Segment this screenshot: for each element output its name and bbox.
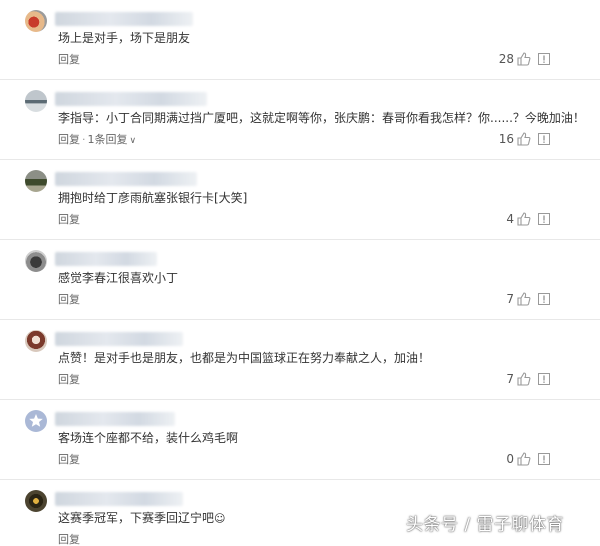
avatar[interactable] [25,90,47,112]
like-count: 28 [498,52,514,66]
comment-item: 场上是对手，场下是朋友 回复 28 [0,0,600,80]
avatar[interactable] [25,250,47,272]
avatar[interactable] [25,10,47,32]
comment-actions: 回复 [58,293,80,306]
comment-text: 这赛季冠军，下赛季回辽宁吧☺ [58,511,225,526]
comment-item: 点赞！是对手也是朋友，也都是为中国篮球正在努力奉献之人，加油！ 回复 7 [0,320,600,400]
default-avatar-star-icon [29,414,43,427]
comment-actions: 回复 [58,453,80,466]
comment-text: 李指导：小丁合同期满过挡广厦吧，这就定啊等你，张庆鹏：春哥你看我怎样？你....… [58,111,585,125]
report-icon[interactable] [538,453,550,465]
comment-text: 感觉李春江很喜欢小丁 [58,271,179,285]
smile-emoji-icon: ☺ [214,512,226,525]
comment-actions: 回复 [58,533,80,546]
comment-text-content: 这赛季冠军，下赛季回辽宁吧 [58,511,215,525]
thumbs-up-icon[interactable] [517,52,531,66]
avatar[interactable] [25,170,47,192]
username-blurred[interactable] [55,12,193,26]
thumbs-up-icon[interactable] [517,212,531,226]
avatar[interactable] [25,490,47,512]
watermark: 头条号 / 雷子聊体育 [406,515,565,535]
reply-button[interactable]: 回复 [58,213,80,226]
comment-actions: 回复 [58,213,80,226]
username-blurred[interactable] [55,252,157,266]
report-icon[interactable] [538,373,550,385]
comment-text: 拥抱时给丁彦雨航塞张银行卡[大笑] [58,191,248,205]
reply-button[interactable]: 回复 [58,453,80,466]
comment-text: 客场连个座都不给，装什么鸡毛啊 [58,431,239,445]
username-blurred[interactable] [55,172,197,186]
reply-button[interactable]: 回复 [58,533,80,546]
username-blurred[interactable] [55,332,183,346]
username-blurred[interactable] [55,92,207,106]
report-icon[interactable] [538,53,550,65]
like-count: 7 [506,292,514,306]
username-blurred[interactable] [55,412,175,426]
username-blurred[interactable] [55,492,183,506]
comment-actions: 回复 [58,373,80,386]
thumbs-up-icon[interactable] [517,132,531,146]
chevron-down-icon[interactable]: ∨ [130,136,137,146]
comment-item: 李指导：小丁合同期满过挡广厦吧，这就定啊等你，张庆鹏：春哥你看我怎样？你....… [0,80,600,160]
separator: · [82,133,86,146]
reply-button[interactable]: 回复 [58,373,80,386]
avatar[interactable] [25,330,47,352]
comment-actions: 回复 [58,53,80,66]
like-count: 0 [506,452,514,466]
view-replies-link[interactable]: 1条回复 [88,133,128,146]
like-count: 4 [506,212,514,226]
comment-item: 感觉李春江很喜欢小丁 回复 7 [0,240,600,320]
comment-item: 拥抱时给丁彦雨航塞张银行卡[大笑] 回复 4 [0,160,600,240]
reply-button[interactable]: 回复 [58,53,80,66]
thumbs-up-icon[interactable] [517,372,531,386]
comment-item: 客场连个座都不给，装什么鸡毛啊 回复 0 [0,400,600,480]
report-icon[interactable] [538,293,550,305]
comment-text: 场上是对手，场下是朋友 [58,31,191,45]
like-count: 16 [498,132,514,146]
report-icon[interactable] [538,213,550,225]
reply-button[interactable]: 回复 [58,293,80,306]
like-count: 7 [506,372,514,386]
comment-text: 点赞！是对手也是朋友，也都是为中国篮球正在努力奉献之人，加油！ [58,351,431,365]
thumbs-up-icon[interactable] [517,292,531,306]
report-icon[interactable] [538,133,550,145]
thumbs-up-icon[interactable] [517,452,531,466]
reply-button[interactable]: 回复 [58,133,80,146]
avatar[interactable] [25,410,47,432]
comment-actions: 回复 · 1条回复 ∨ [58,133,136,148]
